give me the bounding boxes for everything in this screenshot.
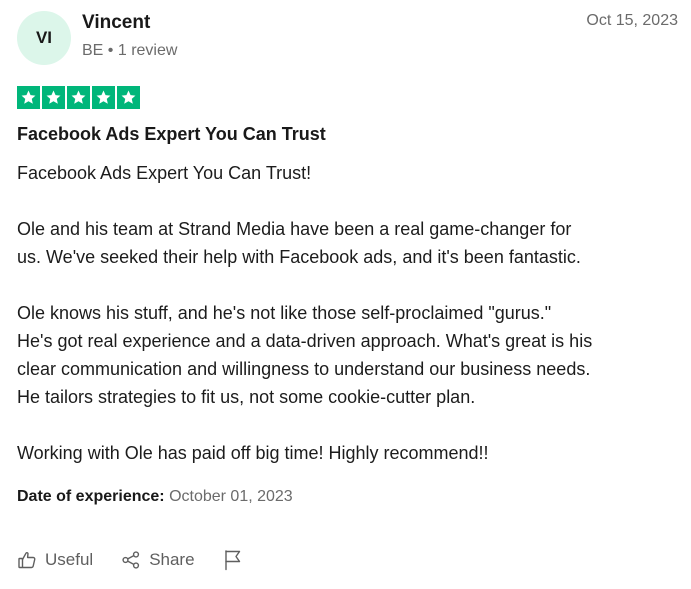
useful-button[interactable]: Useful <box>17 550 93 570</box>
review-card: VI Vincent BE • 1 review Oct 15, 2023 Fa… <box>0 0 691 589</box>
share-button[interactable]: Share <box>121 550 195 570</box>
review-title[interactable]: Facebook Ads Expert You Can Trust <box>17 124 326 145</box>
review-actions: Useful Share <box>17 549 243 571</box>
reviewer-meta: BE • 1 review <box>82 42 177 60</box>
thumbs-up-icon <box>17 550 37 570</box>
useful-label: Useful <box>45 550 94 569</box>
experience-label: Date of experience: <box>17 488 165 505</box>
flag-icon <box>223 549 243 571</box>
review-paragraph: Facebook Ads Expert You Can Trust! <box>17 163 312 183</box>
meta-separator: • <box>107 42 114 59</box>
share-icon <box>121 550 141 570</box>
star-icon <box>67 86 90 109</box>
avatar[interactable]: VI <box>17 11 71 65</box>
star-icon <box>92 86 115 109</box>
review-paragraph: Ole knows his stuff, and he's not like t… <box>17 303 593 407</box>
date-of-experience: Date of experience: October 01, 2023 <box>17 488 293 506</box>
share-label: Share <box>149 550 195 569</box>
star-icon <box>42 86 65 109</box>
reviewer-country: BE <box>82 42 104 59</box>
star-icon <box>117 86 140 109</box>
review-paragraph: Ole and his team at Strand Media have be… <box>17 219 581 267</box>
reviewer-name[interactable]: Vincent <box>82 12 150 34</box>
star-icon <box>17 86 40 109</box>
review-date: Oct 15, 2023 <box>586 12 678 29</box>
report-button[interactable] <box>223 549 243 571</box>
review-paragraph: Working with Ole has paid off big time! … <box>17 443 489 463</box>
star-rating <box>17 86 140 109</box>
review-body: Facebook Ads Expert You Can Trust! Ole a… <box>17 159 682 467</box>
reviewer-review-count: 1 review <box>117 42 178 59</box>
experience-date: October 01, 2023 <box>169 488 293 505</box>
